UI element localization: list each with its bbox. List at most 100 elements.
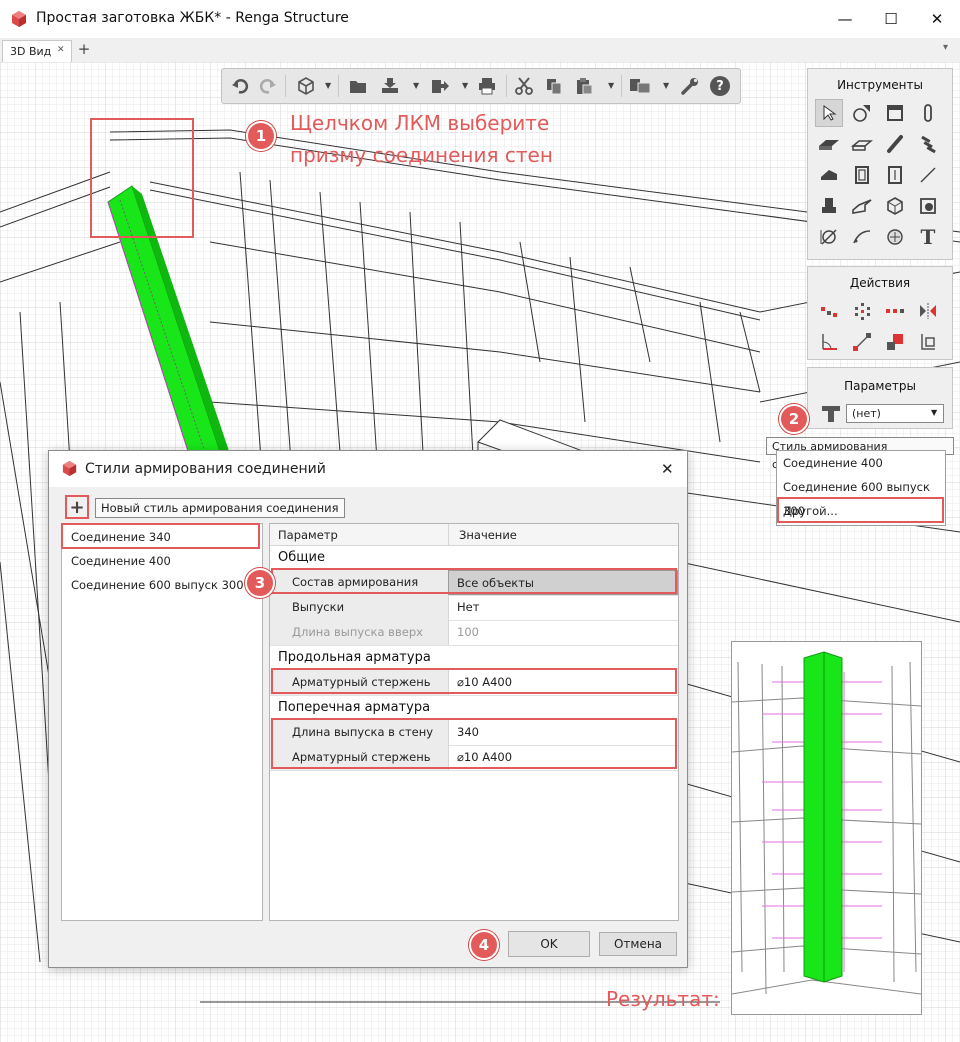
array-action-icon[interactable] bbox=[881, 297, 909, 325]
actions-panel: Действия bbox=[807, 266, 953, 360]
copy-icon[interactable] bbox=[542, 74, 566, 98]
settings-wrench-icon[interactable] bbox=[678, 74, 702, 98]
parameters-panel: Параметры (нет) ▼ bbox=[807, 367, 953, 429]
minimize-button[interactable]: — bbox=[822, 0, 868, 38]
help-icon[interactable]: ? bbox=[708, 74, 732, 98]
display-dropdown-icon[interactable]: ▼ bbox=[663, 81, 669, 90]
door-tool-icon[interactable] bbox=[881, 161, 909, 189]
close-window-button[interactable]: ✕ bbox=[914, 0, 960, 38]
cut-icon[interactable] bbox=[512, 74, 536, 98]
styles-list: Соединение 340 Соединение 400 Соединение… bbox=[61, 523, 263, 921]
beam-tool-icon[interactable] bbox=[881, 130, 909, 158]
dialog-title: Стили армирования соединений bbox=[85, 461, 326, 477]
dropdown-item-600[interactable]: Соединение 600 выпуск 300 bbox=[777, 475, 945, 518]
row-outlets[interactable]: Выпуски Нет bbox=[270, 595, 678, 621]
opening-tool-icon[interactable] bbox=[914, 192, 942, 220]
tab-overflow-icon[interactable]: ▾ bbox=[943, 42, 948, 53]
column-tool-icon[interactable] bbox=[914, 99, 942, 127]
maximize-button[interactable]: ☐ bbox=[868, 0, 914, 38]
view-dropdown-icon[interactable]: ▼ bbox=[325, 81, 331, 90]
cut-action-icon[interactable] bbox=[881, 328, 909, 356]
shapes-tool-icon[interactable] bbox=[848, 99, 876, 127]
rebar-tool-icon[interactable] bbox=[848, 223, 876, 251]
line-tool-icon[interactable] bbox=[914, 161, 942, 189]
rebar-styles-dialog: Стили армирования соединений ✕ + Новый с… bbox=[48, 450, 688, 968]
mirror-action-icon[interactable] bbox=[914, 297, 942, 325]
highlight-selected-style bbox=[61, 523, 260, 549]
rebar-style-select[interactable]: (нет) ▼ bbox=[846, 404, 944, 423]
view-tab-bar bbox=[0, 38, 960, 63]
slab-tool-icon[interactable] bbox=[815, 130, 843, 158]
window-titlebar: Простая заготовка ЖБК* - Renga Structure… bbox=[0, 0, 960, 38]
foundation-tool-icon[interactable] bbox=[815, 192, 843, 220]
param-value: 100 bbox=[448, 620, 678, 645]
import-icon[interactable] bbox=[378, 74, 402, 98]
tab-close-icon[interactable]: ✕ bbox=[57, 45, 65, 55]
print-icon[interactable] bbox=[475, 74, 499, 98]
export-icon[interactable] bbox=[428, 74, 452, 98]
param-value[interactable]: Нет bbox=[448, 595, 678, 620]
result-drawing bbox=[731, 651, 922, 995]
result-label: Результат: bbox=[606, 987, 720, 1011]
undo-icon[interactable] bbox=[228, 74, 252, 98]
align-action-icon[interactable] bbox=[815, 328, 843, 356]
group-general: Общие bbox=[278, 550, 325, 565]
result-preview-image bbox=[731, 641, 922, 1015]
add-style-button[interactable]: + bbox=[65, 495, 89, 519]
step-badge-2: 2 bbox=[779, 404, 809, 434]
param-name: Длина выпуска вверх bbox=[270, 620, 448, 645]
floor-tool-icon[interactable] bbox=[848, 130, 876, 158]
stairs-tool-icon[interactable] bbox=[914, 130, 942, 158]
tab-3d-view[interactable]: 3D Вид ✕ bbox=[2, 40, 72, 63]
step-badge-1: 1 bbox=[246, 121, 276, 151]
open-folder-icon[interactable] bbox=[346, 74, 370, 98]
highlight-composition-row bbox=[271, 568, 677, 594]
extend-action-icon[interactable] bbox=[848, 328, 876, 356]
highlight-transverse-rows bbox=[271, 718, 677, 769]
actions-panel-title: Действия bbox=[849, 276, 911, 290]
list-item-style-400[interactable]: Соединение 400 bbox=[62, 550, 262, 572]
window-title: Простая заготовка ЖБК* - Renga Structure bbox=[36, 10, 349, 26]
select-cursor-icon[interactable] bbox=[815, 99, 843, 127]
wall-tool-icon[interactable] bbox=[881, 99, 909, 127]
paste-dropdown-icon[interactable]: ▼ bbox=[608, 81, 614, 90]
tools-panel-title: Инструменты bbox=[837, 78, 923, 92]
tab-label: 3D Вид bbox=[10, 45, 52, 58]
view-cube-icon[interactable] bbox=[294, 74, 318, 98]
param-name: Выпуски bbox=[270, 595, 448, 620]
group-transverse: Поперечная арматура bbox=[278, 700, 431, 715]
add-style-tooltip: Новый стиль армирования соединения bbox=[95, 498, 345, 518]
dimension-tool-icon[interactable] bbox=[815, 223, 843, 251]
rebar-style-icon bbox=[820, 404, 842, 424]
row-outlet-up: Длина выпуска вверх 100 bbox=[270, 620, 678, 646]
step1-instruction-line2: призму соединения стен bbox=[290, 143, 553, 167]
join-action-icon[interactable] bbox=[914, 328, 942, 356]
main-toolbar: ▼ ▼ ▼ ▼ ▼ ? bbox=[221, 68, 741, 104]
dropdown-item-400[interactable]: Соединение 400 bbox=[777, 451, 945, 475]
display-settings-icon[interactable] bbox=[628, 74, 652, 98]
redo-icon[interactable] bbox=[256, 74, 280, 98]
export-dropdown-icon[interactable]: ▼ bbox=[462, 81, 468, 90]
import-dropdown-icon[interactable]: ▼ bbox=[413, 81, 419, 90]
list-item-style-600[interactable]: Соединение 600 выпуск 300 bbox=[62, 574, 262, 596]
tools-panel: Инструменты T bbox=[807, 68, 953, 260]
cancel-button[interactable]: Отмена bbox=[599, 932, 677, 956]
parameters-panel-title: Параметры bbox=[844, 379, 916, 393]
element-tool-icon[interactable] bbox=[881, 192, 909, 220]
window-tool-icon[interactable] bbox=[848, 161, 876, 189]
add-tab-button[interactable]: + bbox=[76, 40, 92, 60]
rotate-action-icon[interactable] bbox=[848, 297, 876, 325]
highlight-prism bbox=[90, 118, 194, 238]
move-action-icon[interactable] bbox=[815, 297, 843, 325]
highlight-other-item bbox=[777, 497, 944, 523]
dialog-titlebar: Стили армирования соединений ✕ bbox=[49, 451, 687, 487]
hatch-tool-icon[interactable] bbox=[881, 223, 909, 251]
dialog-close-icon[interactable]: ✕ bbox=[661, 460, 674, 478]
roof-tool-icon[interactable] bbox=[815, 161, 843, 189]
ok-button[interactable]: OK bbox=[508, 931, 590, 957]
text-tool-icon[interactable]: T bbox=[914, 223, 942, 251]
paste-icon[interactable] bbox=[572, 74, 596, 98]
step-badge-4: 4 bbox=[469, 930, 499, 960]
highlight-long-bar-row bbox=[271, 668, 677, 694]
plate-tool-icon[interactable] bbox=[848, 192, 876, 220]
